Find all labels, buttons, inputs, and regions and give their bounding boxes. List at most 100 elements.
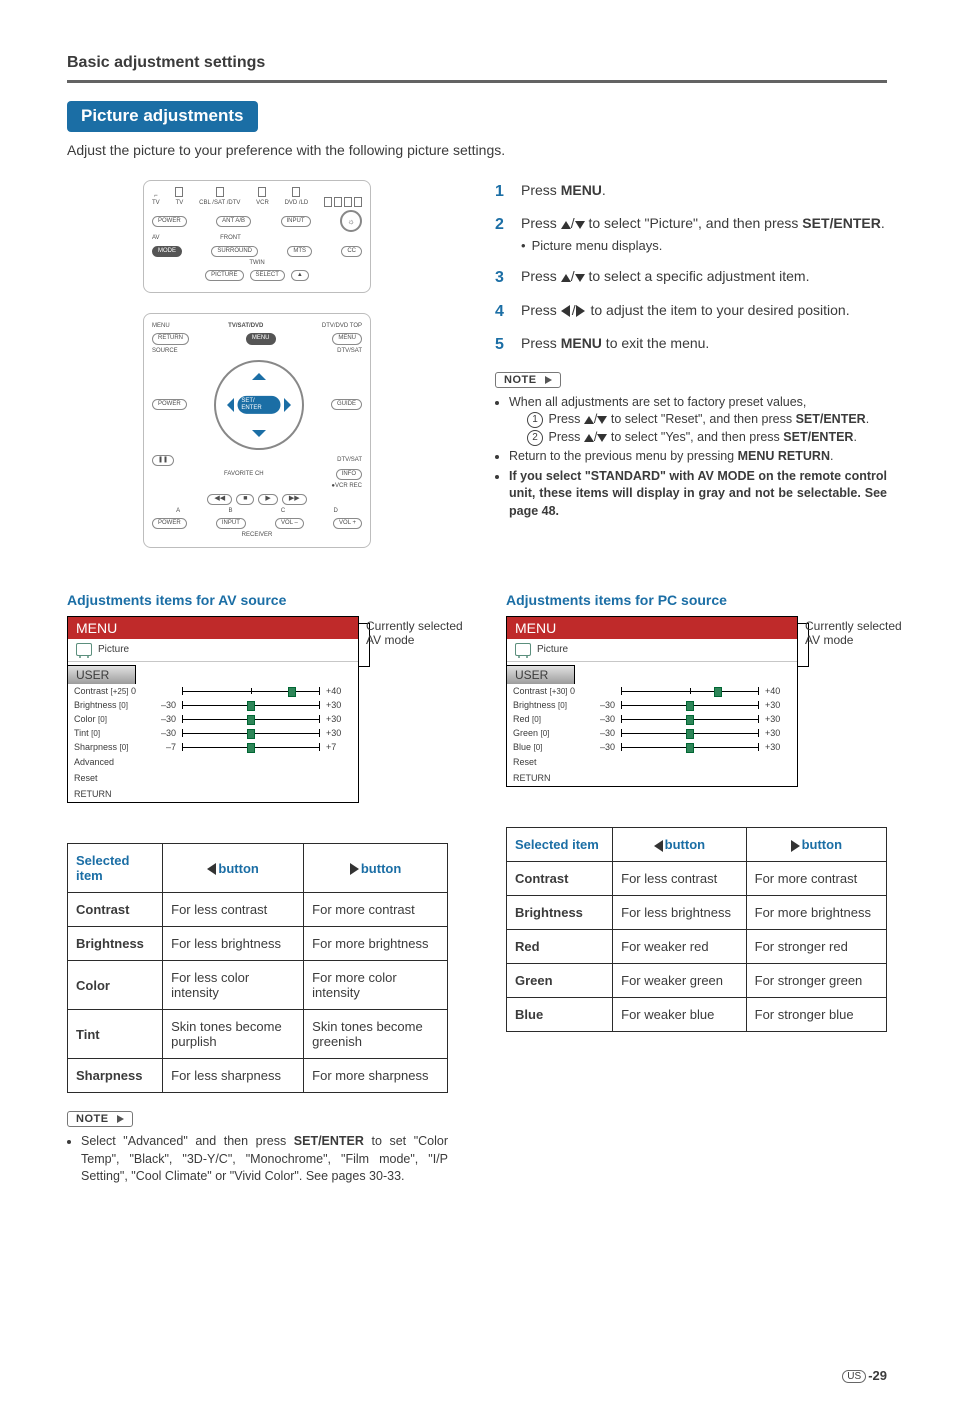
stop-button[interactable]: ■ (236, 494, 254, 504)
rew-button[interactable]: ◀◀ (207, 494, 232, 504)
rx-power-button[interactable]: POWER (152, 518, 187, 529)
pause-button[interactable]: ❚❚ (152, 455, 174, 466)
dpad-left-icon[interactable] (220, 398, 234, 412)
mts-button[interactable]: MTS (287, 246, 312, 257)
picture-button[interactable]: PICTURE (205, 270, 243, 281)
table-row: Color For less color intensity For more … (68, 961, 448, 1010)
table-item: Contrast (68, 893, 163, 927)
table-row: Brightness For less brightness For more … (68, 927, 448, 961)
dpad-down-icon[interactable] (252, 430, 266, 444)
pc-subhead: Adjustments items for PC source (506, 592, 887, 608)
table-left-desc: For weaker red (613, 930, 747, 964)
mode-button[interactable]: MODE (152, 246, 182, 257)
steps-list: 1Press MENU.2Press / to select "Picture"… (495, 180, 887, 356)
osd-side-label: Currently selectedAV mode (805, 619, 935, 647)
table-item: Green (507, 964, 613, 998)
slider-marker-icon (714, 687, 722, 697)
topic-pill: Picture adjustments (67, 101, 258, 132)
osd-plain-row: Advanced (68, 754, 358, 770)
table-item: Contrast (507, 862, 613, 896)
region-badge: US (842, 1370, 866, 1383)
table-row: Contrast For less contrast For more cont… (507, 862, 887, 896)
osd-menubar: MENU (507, 617, 797, 639)
osd-menubar: MENU (68, 617, 358, 639)
osd-slider-row: Contrast [+25] 0 +40 (68, 684, 358, 698)
osd-pc-menu: Currently selectedAV modeMENUPictureUSER… (506, 616, 798, 787)
dpad[interactable]: SET/ ENTER (214, 360, 304, 450)
page-footer: US-29 (67, 1368, 887, 1383)
section-title: Basic adjustment settings (67, 54, 887, 72)
table-left-desc: For less contrast (613, 862, 747, 896)
up-button[interactable]: ▲ (291, 270, 309, 281)
input-button[interactable]: INPUT (281, 216, 311, 227)
table-right-desc: For more sharpness (304, 1059, 448, 1093)
slider-marker-icon (686, 701, 694, 711)
remote-diagram-top: ⌐TV TV CBL /SAT /DTV VCR DVD /LD POWER A… (143, 180, 371, 293)
menu-button[interactable]: MENU (246, 333, 276, 344)
dpad-right-icon[interactable] (284, 398, 298, 412)
ff-button[interactable]: ▶▶ (282, 494, 307, 504)
cc-button[interactable]: CC (341, 246, 362, 257)
table-item: Red (507, 930, 613, 964)
slider-marker-icon (288, 687, 296, 697)
osd-plain-row: RETURN (68, 786, 358, 802)
av-subhead: Adjustments items for AV source (67, 592, 448, 608)
table-item: Brightness (507, 896, 613, 930)
power-button-2[interactable]: POWER (152, 399, 187, 410)
osd-user-tab: USER (67, 665, 136, 684)
table-right-desc: For more contrast (746, 862, 886, 896)
select-button[interactable]: SELECT (250, 270, 285, 281)
table-row: Red For weaker red For stronger red (507, 930, 887, 964)
table-hdr-left: button (163, 844, 304, 893)
table-left-desc: For less contrast (163, 893, 304, 927)
osd-user-tab: USER (506, 665, 575, 684)
table-hdr-left: button (613, 828, 747, 862)
tv-icon (515, 643, 531, 656)
guide-button[interactable]: GUIDE (331, 399, 362, 410)
ant-button[interactable]: ANT A/B (216, 216, 251, 227)
table-item: Tint (68, 1010, 163, 1059)
rx-input-button[interactable]: INPUT (216, 518, 246, 529)
menu-button-2[interactable]: MENU (332, 333, 362, 344)
osd-picture-row: Picture (507, 639, 797, 662)
surround-button[interactable]: SURROUND (211, 246, 258, 257)
note-tag: NOTE (495, 372, 561, 388)
set-enter-button[interactable]: SET/ ENTER (237, 396, 280, 414)
av-adjustment-table: Selected item button button Contrast For… (67, 843, 448, 1093)
slider-marker-icon (247, 743, 255, 753)
table-hdr-selected: Selected item (68, 844, 163, 893)
osd-slider-row: Red [0] –30 +30 (507, 712, 797, 726)
remote-diagram-bottom: MENU TV/SAT/DVD DTV/DVD TOP RETURN MENU … (143, 313, 371, 548)
table-item: Blue (507, 998, 613, 1032)
step-item: 1Press MENU. (495, 180, 887, 203)
osd-picture-row: Picture (68, 639, 358, 662)
info-button[interactable]: INFO (336, 469, 362, 480)
brightness-ring-icon[interactable]: ☼ (340, 210, 362, 232)
left-arrow-icon (207, 863, 216, 875)
slider-marker-icon (247, 715, 255, 725)
play-button[interactable]: ▶ (258, 494, 277, 504)
right-arrow-icon (791, 840, 800, 852)
table-left-desc: For weaker blue (613, 998, 747, 1032)
table-item: Sharpness (68, 1059, 163, 1093)
table-left-desc: Skin tones become purplish (163, 1010, 304, 1059)
section-rule (67, 80, 887, 83)
slider-marker-icon (247, 729, 255, 739)
return-button[interactable]: RETURN (152, 333, 189, 344)
left-arrow-icon (654, 840, 663, 852)
vol-up-button[interactable]: VOL + (333, 518, 362, 529)
table-left-desc: For less color intensity (163, 961, 304, 1010)
dpad-up-icon[interactable] (252, 366, 266, 380)
table-right-desc: For more brightness (304, 927, 448, 961)
transport-row: ◀◀ ■ ▶ ▶▶ (152, 494, 362, 504)
vol-down-button[interactable]: VOL – (275, 518, 304, 529)
osd-slider-row: Tint [0] –30 +30 (68, 726, 358, 740)
table-hdr-selected: Selected item (507, 828, 613, 862)
table-right-desc: For more brightness (746, 896, 886, 930)
table-item: Brightness (68, 927, 163, 961)
pc-adjustment-table: Selected item button button Contrast For… (506, 827, 887, 1032)
table-left-desc: For less brightness (613, 896, 747, 930)
power-button[interactable]: POWER (152, 216, 187, 227)
table-right-desc: Skin tones become greenish (304, 1010, 448, 1059)
slider-marker-icon (686, 743, 694, 753)
